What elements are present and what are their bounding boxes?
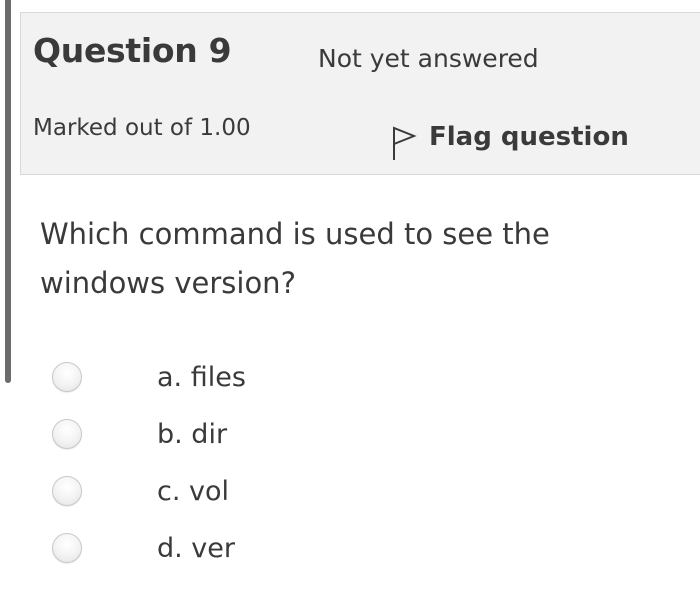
quiz-page: Question 9 Not yet answered Marked out o…	[0, 0, 700, 591]
flag-question-button[interactable]: Flag question	[391, 113, 629, 161]
answer-label: a. files	[157, 361, 246, 393]
flag-icon	[393, 126, 417, 160]
answer-option-d[interactable]: d. ver	[52, 528, 235, 568]
question-state: Not yet answered	[318, 44, 539, 73]
radio-button-icon[interactable]	[52, 533, 82, 563]
answer-label: c. vol	[157, 475, 230, 507]
question-text: Which command is used to see the windows…	[40, 217, 550, 300]
question-left-border	[5, 0, 11, 383]
answer-option-c[interactable]: c. vol	[52, 471, 229, 511]
answer-option-a[interactable]: a. files	[52, 357, 246, 397]
answer-option-b[interactable]: b. dir	[52, 414, 227, 454]
radio-button-icon[interactable]	[52, 419, 82, 449]
question-grade: Marked out of 1.00	[33, 115, 251, 141]
question-info-panel: Question 9 Not yet answered Marked out o…	[20, 12, 700, 175]
radio-button-icon[interactable]	[52, 476, 82, 506]
answer-label: d. ver	[157, 532, 235, 564]
flag-question-label: Flag question	[429, 122, 629, 152]
radio-button-icon[interactable]	[52, 362, 82, 392]
question-number: Question 9	[33, 31, 232, 70]
answer-label: b. dir	[157, 418, 228, 450]
